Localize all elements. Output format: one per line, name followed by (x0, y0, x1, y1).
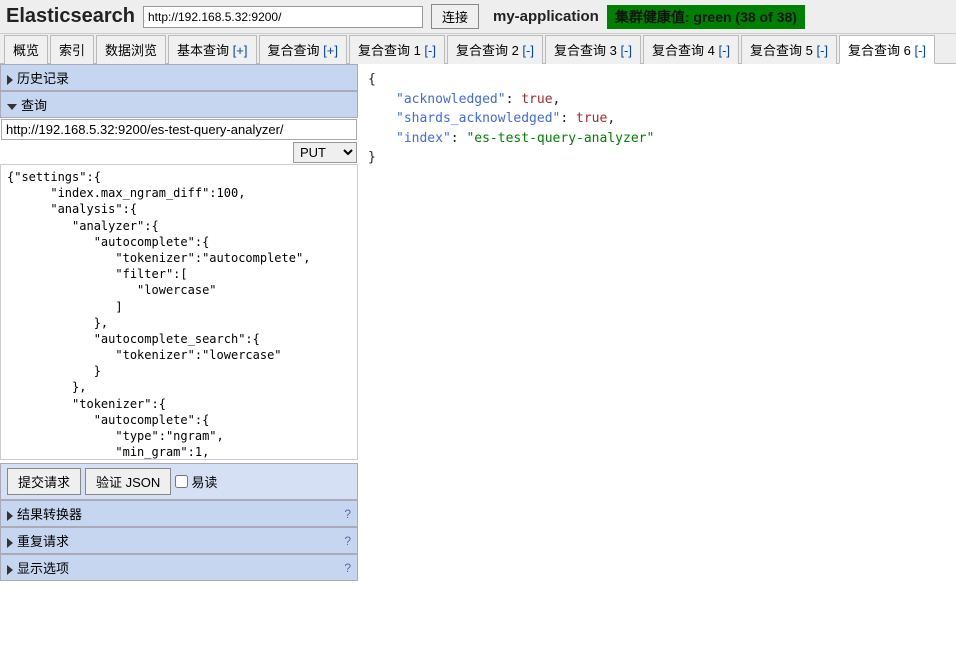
section-display-options[interactable]: 显示选项 ? (0, 554, 358, 581)
json-line: "index": "es-test-query-analyzer" (368, 129, 946, 149)
app-name-label: my-application (493, 8, 599, 25)
section-repeat-request-label: 重复请求 (17, 534, 69, 549)
help-icon[interactable]: ? (344, 534, 351, 548)
section-query-label: 查询 (21, 98, 47, 113)
section-display-options-label: 显示选项 (17, 561, 69, 576)
chevron-right-icon (7, 538, 13, 548)
section-history[interactable]: 历史记录 (0, 64, 358, 91)
section-result-transformer-label: 结果转换器 (17, 507, 82, 522)
tab[interactable]: 基本查询 [+] (168, 35, 256, 64)
tab[interactable]: 复合查询 4 [-] (643, 35, 739, 64)
query-url-input[interactable] (1, 119, 357, 140)
chevron-right-icon (7, 75, 13, 85)
section-history-label: 历史记录 (17, 71, 69, 86)
section-repeat-request[interactable]: 重复请求 ? (0, 527, 358, 554)
section-query[interactable]: 查询 (0, 91, 358, 118)
tab[interactable]: 复合查询 6 [-] (839, 35, 935, 64)
header-bar: Elasticsearch 连接 my-application 集群健康值: g… (0, 0, 956, 34)
help-icon[interactable]: ? (344, 507, 351, 521)
tab[interactable]: 复合查询 [+] (259, 35, 347, 64)
pretty-label: 易读 (191, 472, 217, 491)
main-container: 历史记录 查询 PUT 提交请求 验证 JSON 易读 (0, 64, 956, 581)
tab[interactable]: 复合查询 5 [-] (741, 35, 837, 64)
query-body-textarea[interactable] (0, 164, 358, 460)
tab-bar: 概览索引数据浏览基本查询 [+]复合查询 [+]复合查询 1 [-]复合查询 2… (0, 34, 956, 64)
pretty-checkbox[interactable] (175, 475, 188, 488)
section-result-transformer[interactable]: 结果转换器 ? (0, 500, 358, 527)
pretty-checkbox-label[interactable]: 易读 (175, 472, 217, 491)
json-brace-open: { (368, 70, 946, 90)
left-panel: 历史记录 查询 PUT 提交请求 验证 JSON 易读 (0, 64, 358, 581)
tab[interactable]: 复合查询 2 [-] (447, 35, 543, 64)
chevron-right-icon (7, 511, 13, 521)
json-line: "acknowledged": true, (368, 90, 946, 110)
health-status-badge: 集群健康值: green (38 of 38) (607, 5, 805, 29)
json-line: "shards_acknowledged": true, (368, 109, 946, 129)
tab[interactable]: 复合查询 1 [-] (349, 35, 445, 64)
chevron-right-icon (7, 565, 13, 575)
tab[interactable]: 概览 (4, 35, 48, 64)
http-method-select[interactable]: PUT (293, 142, 357, 163)
tab[interactable]: 索引 (50, 35, 94, 64)
submit-request-button[interactable]: 提交请求 (7, 468, 81, 495)
chevron-down-icon (7, 104, 17, 110)
json-brace-close: } (368, 148, 946, 168)
response-panel: { "acknowledged": true, "shards_acknowle… (358, 64, 956, 581)
validate-json-button[interactable]: 验证 JSON (85, 468, 171, 495)
connect-button[interactable]: 连接 (431, 4, 479, 29)
tab[interactable]: 数据浏览 (96, 35, 166, 64)
query-form: PUT 提交请求 验证 JSON 易读 (0, 118, 358, 500)
action-row: 提交请求 验证 JSON 易读 (0, 463, 358, 500)
help-icon[interactable]: ? (344, 561, 351, 575)
tab[interactable]: 复合查询 3 [-] (545, 35, 641, 64)
logo: Elasticsearch (6, 5, 135, 28)
cluster-url-input[interactable] (143, 6, 423, 28)
